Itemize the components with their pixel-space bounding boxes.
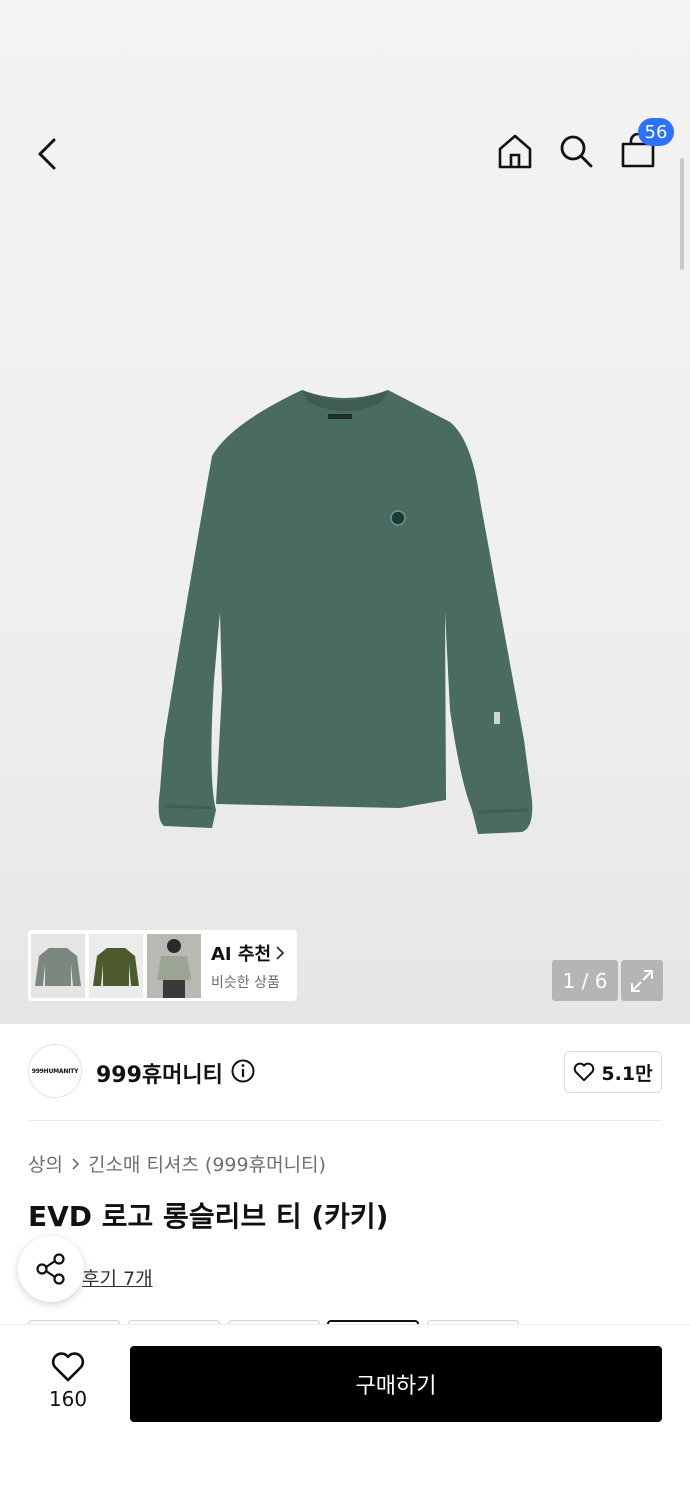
recommend-thumb-2[interactable]: [89, 933, 143, 998]
wishlist-count: 160: [48, 1387, 88, 1411]
brand-name[interactable]: 999휴머니티: [96, 1057, 223, 1089]
brand-logo[interactable]: 999HUMANITY: [28, 1044, 82, 1098]
breadcrumb-item-subcategory[interactable]: 긴소매 티셔츠 (999휴머니티): [88, 1150, 326, 1177]
expand-icon: [631, 969, 653, 992]
product-gallery[interactable]: 56 AI 추천 비슷한 상품 1 / 6: [0, 0, 690, 1024]
cart-count-badge: 56: [638, 118, 674, 146]
heart-icon: [51, 1352, 85, 1382]
ai-recommend-subtitle: 비슷한 상품: [211, 974, 280, 991]
buy-button[interactable]: 구매하기: [130, 1346, 662, 1422]
chevron-left-icon: [38, 138, 56, 170]
cart-button[interactable]: 56: [614, 118, 674, 174]
bottom-action-bar: 160 구매하기: [0, 1324, 690, 1500]
back-button[interactable]: [24, 130, 72, 178]
chevron-right-icon: [72, 1157, 80, 1170]
brand-like-button[interactable]: 5.1만: [564, 1051, 662, 1093]
info-icon[interactable]: [230, 1058, 256, 1084]
ai-recommend-title: AI 추천: [211, 943, 272, 965]
review-link[interactable]: 후기 7개: [82, 1264, 153, 1291]
heart-icon: [574, 1062, 595, 1082]
ai-recommend-card[interactable]: AI 추천 비슷한 상품: [28, 930, 297, 1001]
breadcrumb: 상의 긴소매 티셔츠 (999휴머니티): [28, 1150, 326, 1177]
image-counter: 1 / 6: [552, 960, 618, 1001]
recommend-thumb-3[interactable]: [147, 933, 201, 998]
search-icon: [560, 135, 593, 168]
expand-image-button[interactable]: [621, 960, 663, 1001]
brand-row: 999HUMANITY 999휴머니티 5.1만: [28, 1044, 662, 1100]
chevron-right-icon: [276, 945, 285, 960]
home-button[interactable]: [492, 128, 538, 174]
wishlist-button[interactable]: 160: [28, 1351, 108, 1421]
breadcrumb-item-category[interactable]: 상의: [28, 1150, 63, 1177]
top-navigation: 56: [0, 110, 690, 190]
recommend-thumb-1[interactable]: [31, 933, 85, 998]
share-icon: [36, 1253, 65, 1285]
product-image: [158, 390, 533, 834]
product-title: EVD 로고 롱슬리브 티 (카키): [28, 1200, 389, 1233]
divider: [28, 1120, 662, 1121]
home-icon: [498, 134, 532, 169]
search-button[interactable]: [553, 128, 599, 174]
brand-like-count: 5.1만: [601, 1062, 653, 1085]
scrollbar[interactable]: [680, 158, 684, 270]
share-button[interactable]: [18, 1236, 84, 1302]
